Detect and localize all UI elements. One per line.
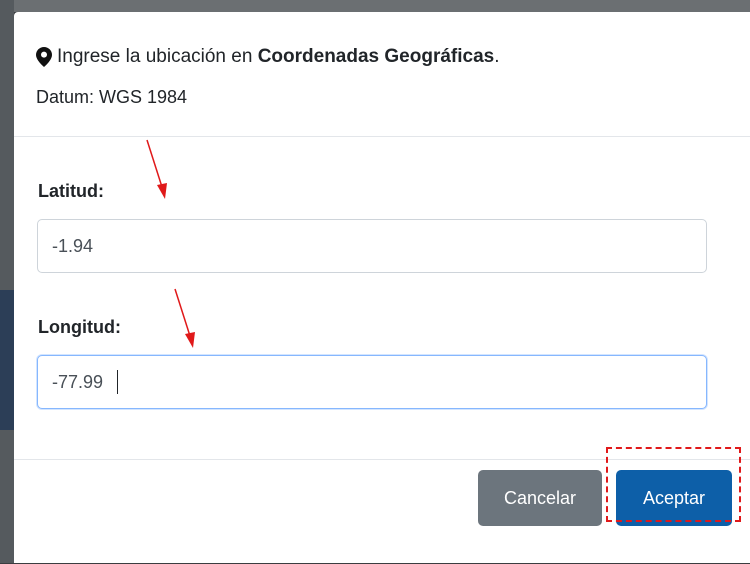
datum-label: Datum: WGS 1984 [36,87,188,107]
cancel-button[interactable]: Cancelar [478,470,602,526]
coordinates-modal: Ingrese la ubicación en Coordenadas Geog… [14,12,750,563]
modal-header: Ingrese la ubicación en Coordenadas Geog… [14,12,750,137]
latitude-input[interactable] [37,219,707,273]
backdrop-stripe [0,290,14,430]
modal-footer: Cancelar Aceptar [14,459,750,564]
modal-body: Latitud: Longitud: [14,137,750,459]
backdrop-left [0,0,14,563]
title-bold: Coordenadas Geográficas [257,46,495,67]
bottom-strip [14,558,750,563]
map-marker-icon [36,47,52,67]
modal-title: Ingrese la ubicación en Coordenadas Geog… [36,46,500,68]
text-caret [117,370,118,394]
backdrop-top [14,0,750,12]
accept-button[interactable]: Aceptar [616,470,732,526]
title-suffix: . [494,46,500,67]
title-prefix: Ingrese la ubicación en [57,46,253,67]
latitude-label: Latitud: [38,181,104,201]
longitude-label: Longitud: [38,317,121,337]
longitude-input[interactable] [37,355,707,409]
